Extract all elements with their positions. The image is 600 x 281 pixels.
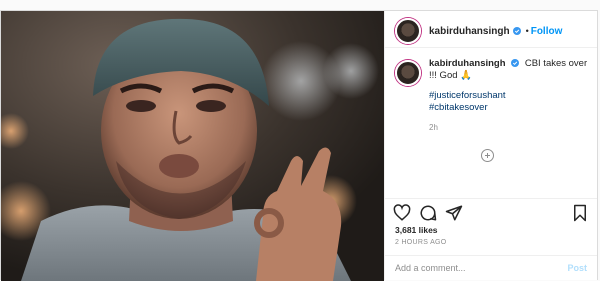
verified-badge-icon: [512, 27, 521, 35]
heart-icon[interactable]: [393, 204, 411, 222]
plus-circle-icon[interactable]: [481, 149, 494, 162]
hashtag-link[interactable]: #cbitakesover: [429, 102, 589, 114]
comment-box: Post: [385, 255, 597, 280]
hashtag-link[interactable]: #justiceforsushant: [429, 90, 589, 102]
post-sidebar: kabirduhansingh • Follow kabirduhansingh…: [384, 11, 597, 280]
like-count[interactable]: 3,681 likes: [385, 225, 597, 235]
instagram-post: kabirduhansingh • Follow kabirduhansingh…: [0, 10, 598, 281]
comment-icon[interactable]: [419, 204, 437, 222]
share-icon[interactable]: [445, 204, 463, 222]
bookmark-icon[interactable]: [571, 204, 589, 222]
post-image[interactable]: [1, 11, 384, 281]
post-header: kabirduhansingh • Follow: [385, 15, 597, 48]
comment-input[interactable]: [395, 263, 568, 273]
separator-dot: •: [525, 26, 529, 36]
post-photo: [1, 11, 384, 281]
post-username[interactable]: kabirduhansingh: [429, 26, 510, 37]
caption-avatar[interactable]: [395, 60, 421, 86]
action-bar: [385, 198, 597, 227]
verified-badge-icon: [511, 59, 520, 67]
caption: kabirduhansingh CBI takes over !!! God 🙏…: [385, 48, 597, 198]
post-timestamp: 2 HOURS AGO: [395, 239, 447, 246]
post-comment-button[interactable]: Post: [567, 263, 587, 273]
caption-username[interactable]: kabirduhansingh: [429, 58, 506, 69]
caption-time: 2h: [429, 123, 438, 132]
follow-button[interactable]: Follow: [531, 26, 563, 37]
avatar[interactable]: [395, 18, 421, 44]
